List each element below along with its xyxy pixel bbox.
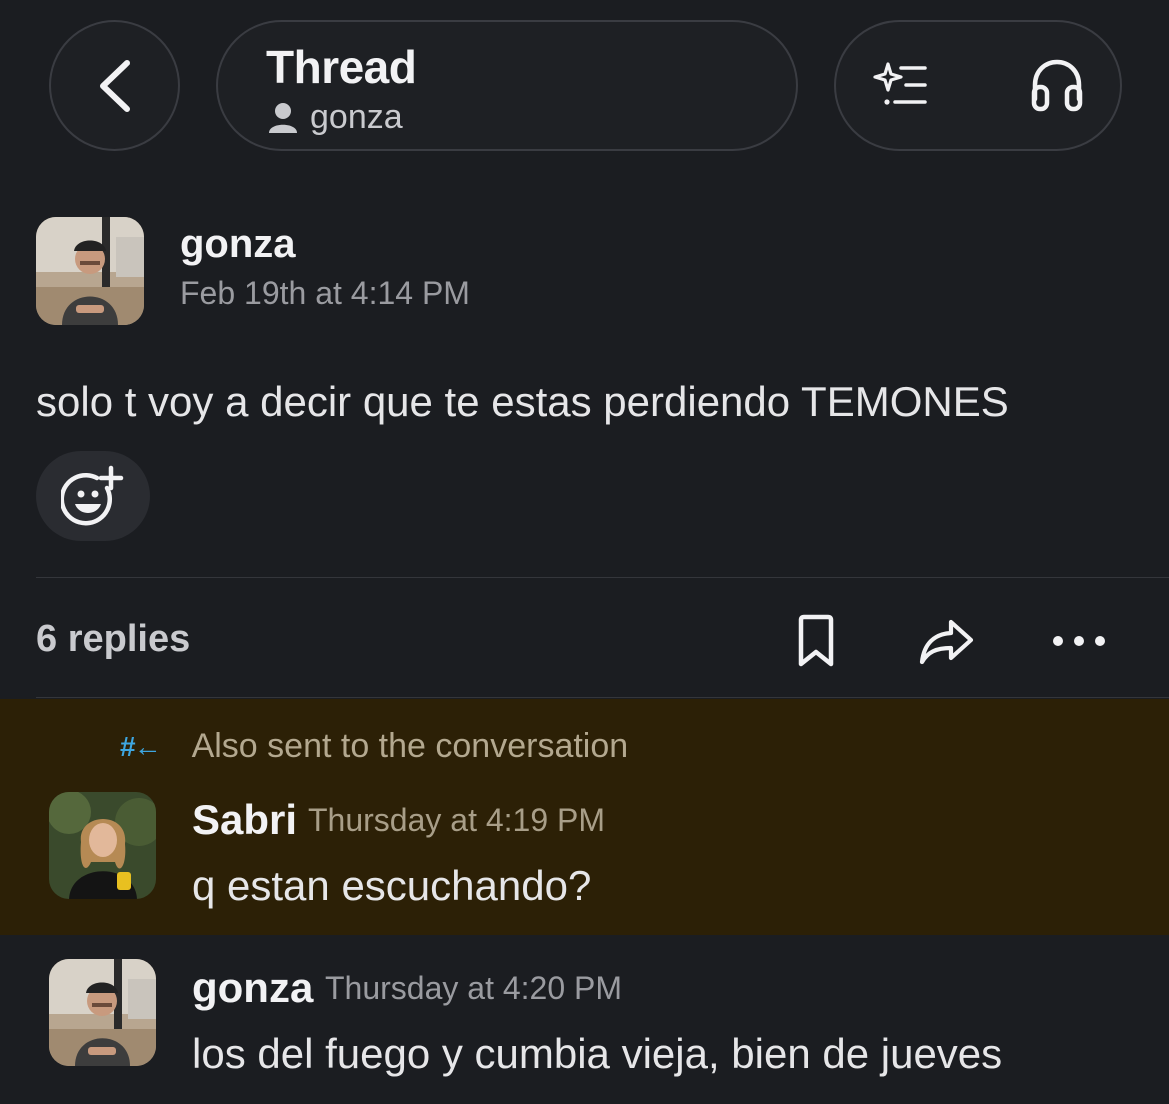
replies-count: 6 replies <box>36 618 191 660</box>
more-actions-button[interactable] <box>1046 608 1112 674</box>
avatar-photo <box>36 217 144 325</box>
avatar[interactable] <box>49 792 156 899</box>
thread-screen: Thread gonza gonza Feb 19th at 4:14 PM s… <box>0 0 1169 1104</box>
divider <box>36 697 1169 698</box>
person-icon <box>269 102 297 133</box>
thread-title-pill[interactable]: Thread gonza <box>216 20 798 151</box>
message-author[interactable]: gonza <box>192 964 313 1012</box>
forward-arrow-icon <box>919 619 974 665</box>
avatar[interactable] <box>49 959 156 1066</box>
message-timestamp[interactable]: Thursday at 4:19 PM <box>308 802 605 839</box>
message-author[interactable]: gonza <box>180 222 296 267</box>
save-button[interactable] <box>783 608 849 674</box>
page-title: Thread <box>266 41 417 93</box>
also-sent-label: Also sent to the conversation <box>191 727 629 765</box>
message-text: q estan escuchando? <box>192 862 592 909</box>
thread-subtitle: gonza <box>268 98 403 137</box>
message-text: los del fuego y cumbia vieja, bien de ju… <box>192 1030 1003 1077</box>
add-emoji-icon <box>61 465 124 526</box>
avatar-photo <box>49 959 156 1066</box>
sparkle-list-icon <box>873 62 927 105</box>
ai-summary-button[interactable] <box>866 50 936 120</box>
thread-subtitle-user: gonza <box>310 98 403 136</box>
message-text: solo t voy a decir que te estas perdiend… <box>36 378 1009 425</box>
share-button[interactable] <box>914 608 980 674</box>
back-button[interactable] <box>49 20 180 151</box>
message-timestamp[interactable]: Thursday at 4:20 PM <box>325 970 622 1007</box>
huddle-button[interactable] <box>1022 50 1092 120</box>
add-reaction-button[interactable] <box>36 451 150 541</box>
message-author[interactable]: Sabri <box>192 796 297 844</box>
avatar-photo <box>49 792 156 899</box>
channel-hash-arrow-icon: #← <box>120 730 162 762</box>
divider <box>36 577 1169 578</box>
avatar[interactable] <box>36 217 144 325</box>
chevron-left-icon <box>99 59 130 112</box>
headphones-icon <box>1031 59 1083 112</box>
header-actions <box>834 20 1122 151</box>
ellipsis-icon <box>1053 636 1105 646</box>
also-sent-notice[interactable]: #← Also sent to the conversation <box>120 727 628 766</box>
bookmark-icon <box>798 614 834 667</box>
message-timestamp[interactable]: Feb 19th at 4:14 PM <box>180 275 470 312</box>
